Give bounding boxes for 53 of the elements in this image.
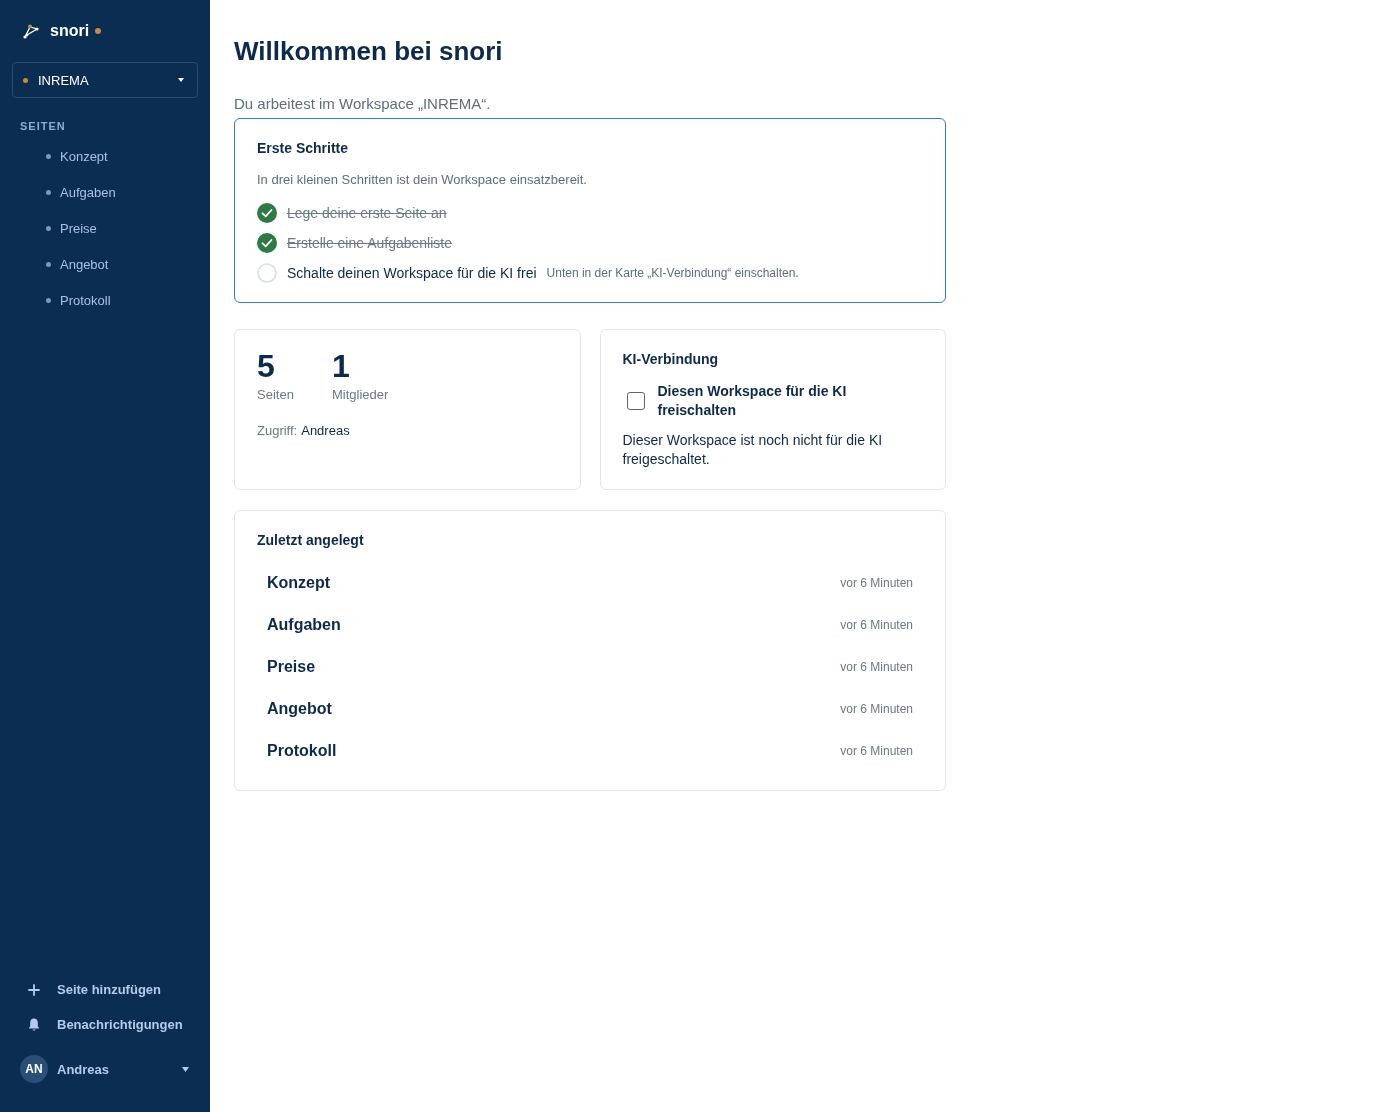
caret-icon (178, 78, 184, 82)
access-value: Andreas (301, 422, 350, 440)
plus-icon (28, 982, 40, 997)
sidebar-page-item[interactable]: Angebot (12, 246, 198, 282)
card-title: Zuletzt angelegt (257, 531, 365, 550)
created-time: vor 6 Minuten (840, 702, 913, 716)
bullet-icon (46, 153, 51, 159)
workspace-subtitle: Du arbeitest im Workspace „INREMA“. (234, 94, 492, 114)
status-text: Dieser Workspace ist noch nicht für die KI freigeschaltet. (622, 431, 884, 469)
sidebar-page-item[interactable]: Preise (12, 210, 198, 246)
sidebar-page-item[interactable]: Aufgaben (12, 174, 198, 210)
step-label: Erstelle eine Aufgabenliste (287, 235, 452, 251)
bullet-icon (46, 225, 51, 231)
notifications-button[interactable]: Benachrichtigungen (12, 1007, 198, 1042)
card-title: KI-Verbindung (622, 350, 720, 369)
constellation-logo-icon (22, 22, 40, 40)
user-avatar: AN (20, 1055, 48, 1083)
recent-page-link[interactable]: Protokoll (267, 742, 337, 760)
created-time: vor 6 Minuten (840, 660, 913, 674)
card-description: In drei kleinen Schritten ist dein Workspace einsatzbereit. (257, 171, 588, 189)
stat-label: Mitglieder (332, 386, 389, 404)
stat-value: 1 (332, 348, 350, 384)
recent-page-link[interactable]: Preise (267, 658, 316, 676)
ai-checkbox[interactable] (626, 392, 645, 410)
access-label: Zugriff: (257, 422, 298, 440)
status-dot-icon (23, 77, 28, 83)
bullet-icon (46, 297, 51, 303)
user-menu-button[interactable]: AN Andreas (12, 1054, 198, 1084)
created-time: vor 6 Minuten (840, 576, 913, 590)
recent-page-link[interactable]: Aufgaben (267, 616, 341, 634)
checkbox-label[interactable]: Diesen Workspace für die KI freischalten (657, 382, 868, 420)
sidebar-page-item[interactable]: Konzept (12, 138, 198, 174)
stat-value: 5 (257, 348, 275, 384)
status-dot-icon (95, 28, 102, 34)
bullet-icon (46, 189, 51, 195)
recent-page-link[interactable]: Angebot (267, 700, 332, 718)
bell-icon (28, 1017, 40, 1032)
page-title: Willkommen bei snori (234, 35, 504, 67)
workspace-selector[interactable]: INREMA (12, 62, 198, 98)
step-label: Lege deine erste Seite an (287, 205, 447, 221)
bullet-icon (46, 261, 51, 267)
add-page-button[interactable]: Seite hinzufügen (12, 972, 198, 1007)
stat-label: Seiten (257, 386, 294, 404)
brand-name: snori (50, 22, 90, 40)
step-hint: Unten in der Karte „KI-Verbindung“ einschalten. (546, 266, 799, 280)
card-title: Erste Schritte (257, 139, 350, 158)
caret-icon (182, 1066, 189, 1072)
step-label: Schalte deinen Workspace für die KI frei (287, 265, 537, 281)
section-label: SEITEN (20, 119, 67, 133)
sidebar-page-item[interactable]: Protokoll (12, 282, 198, 318)
recent-page-link[interactable]: Konzept (267, 574, 331, 592)
created-time: vor 6 Minuten (840, 744, 913, 758)
created-time: vor 6 Minuten (840, 618, 913, 632)
